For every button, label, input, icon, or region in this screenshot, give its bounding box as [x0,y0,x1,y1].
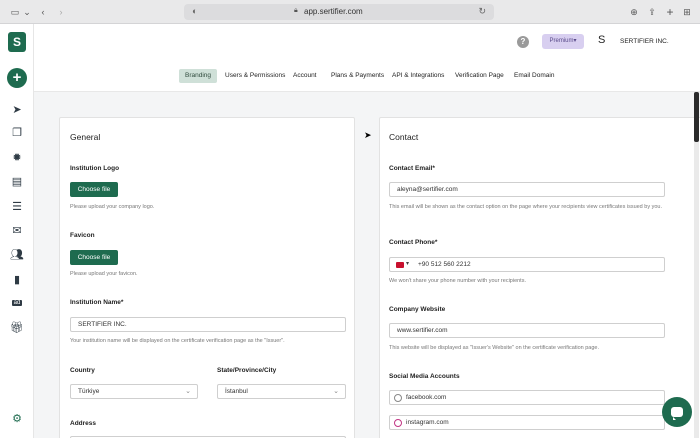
tab-email-domain[interactable]: Email Domain [514,69,554,83]
contact-phone-help: We won't share your phone number with yo… [389,278,526,284]
back-icon[interactable]: ‹ [38,6,48,18]
page-scrollbar[interactable] [694,92,699,438]
country-label: Country [70,367,95,374]
add-button[interactable]: + [7,68,27,88]
scrollbar-thumb[interactable] [694,92,699,142]
social-media-label: Social Media Accounts [389,373,460,380]
contact-phone-input[interactable]: ▾ +90 512 560 2212 [389,257,665,272]
company-website-label: Company Website [389,306,446,313]
sidebar-icon[interactable]: ▭ [8,6,22,18]
premium-label: Premium [549,38,574,44]
ad-badge: ad [11,300,23,306]
avatar[interactable]: S [598,34,605,46]
chart-icon[interactable]: ▮ [9,272,25,286]
copy-icon[interactable]: ❐ [9,125,25,139]
contact-phone-label: Contact Phone* [389,239,438,246]
share-icon[interactable]: ⇪ [646,6,658,18]
tab-api-integrations[interactable]: API & Integrations [392,69,444,83]
sertifier-logo[interactable]: S [8,32,26,52]
premium-dropdown[interactable]: Premium▾ [542,34,584,49]
institution-logo-label: Institution Logo [70,165,120,172]
gift-icon[interactable]: 🎁︎ [9,320,25,334]
branding-content: General Institution Logo Choose file Ple… [34,92,700,438]
contact-email-input[interactable]: aleyna@sertifier.com [389,182,665,197]
general-title: General [70,132,101,142]
settings-icon[interactable]: ⚙ [9,411,25,425]
browser-toolbar: ▭ ⌄ ‹ › ◐ 🔒︎ app.sertifier.com ↻ ⊕ ⇪ + ⊞ [0,0,700,24]
country-select[interactable]: Türkiye ⌄ [70,384,198,399]
badge-icon[interactable]: ✹ [9,150,25,164]
logo-help-text: Please upload your company logo. [70,204,155,210]
company-name[interactable]: SERTIFIER INC. [620,38,669,45]
forward-icon[interactable]: › [56,6,66,18]
company-website-help: This website will be displayed as "Issue… [389,345,599,351]
state-select[interactable]: İstanbul ⌄ [217,384,346,399]
state-label: State/Province/City [217,367,277,374]
certificate-icon[interactable]: ▤ [9,174,25,188]
download-icon[interactable]: ⊕ [628,6,640,18]
chevron-down-icon: ⌄ [185,388,191,395]
settings-tabs: Branding Users & Permissions Account Pla… [34,62,700,92]
list-icon[interactable]: ☰ [9,199,25,213]
facebook-value: facebook.com [406,394,447,401]
state-value: İstanbul [225,388,248,395]
general-card: General Institution Logo Choose file Ple… [59,117,355,438]
url-text: app.sertifier.com [304,7,363,16]
tab-verification-page[interactable]: Verification Page [455,69,504,83]
app-sidebar: S + ➤ ❐ ✹ ▤ ☰ ✉ 👥︎ ▮ ad 🎁︎ ⚙ [0,24,34,438]
mouse-cursor-icon: ➤ [364,130,372,140]
mail-icon[interactable]: ✉ [9,223,25,237]
contact-email-help: This email will be shown as the contact … [389,204,663,210]
facebook-input[interactable]: facebook.com [389,390,665,405]
favicon-help-text: Please upload your favicon. [70,271,138,277]
tabs-icon[interactable]: ⊞ [681,6,693,18]
help-icon[interactable]: ? [517,36,529,48]
chat-icon [671,407,683,420]
institution-name-input[interactable]: SERTIFIER INC. [70,317,346,332]
instagram-value: instagram.com [406,419,449,426]
instagram-icon [394,419,402,427]
address-bar[interactable]: ◐ 🔒︎ app.sertifier.com ↻ [184,4,494,20]
live-chat-button[interactable] [662,397,692,427]
app-header: ? Premium▾ S SERTIFIER INC. [34,24,700,62]
contact-card: Contact Contact Email* aleyna@sertifier.… [379,117,700,438]
ad-icon[interactable]: ad [9,296,25,310]
chevron-down-icon[interactable]: ▾ [406,258,409,271]
contact-email-label: Contact Email* [389,165,435,172]
country-value: Türkiye [78,388,100,395]
tab-account[interactable]: Account [293,69,317,83]
instagram-input[interactable]: instagram.com [389,415,665,430]
address-label: Address [70,420,97,427]
contact-title: Contact [389,132,419,142]
send-icon[interactable]: ➤ [9,102,25,116]
company-website-input[interactable]: www.sertifier.com [389,323,665,338]
favicon-choose-file-button[interactable]: Choose file [70,250,118,265]
lock-icon: 🔒︎ [294,7,298,14]
chevron-down-icon: ⌄ [333,388,339,395]
institution-name-help: Your institution name will be displayed … [70,338,285,344]
tab-users-permissions[interactable]: Users & Permissions [225,69,285,83]
reload-icon[interactable]: ↻ [478,6,486,17]
favicon-label: Favicon [70,232,95,239]
logo-choose-file-button[interactable]: Choose file [70,182,118,197]
phone-value: +90 512 560 2212 [418,261,471,268]
tab-plans-payments[interactable]: Plans & Payments [331,69,384,83]
new-tab-icon[interactable]: + [664,5,676,19]
users-icon[interactable]: 👥︎ [9,247,25,261]
chevron-down-icon: ▾ [573,38,577,44]
institution-name-label: Institution Name* [70,299,124,306]
shield-icon[interactable]: ◐ [192,6,197,16]
facebook-icon [394,394,402,402]
turkey-flag-icon[interactable] [396,262,404,268]
chevron-down-icon[interactable]: ⌄ [23,6,31,18]
tab-branding[interactable]: Branding [179,69,218,83]
